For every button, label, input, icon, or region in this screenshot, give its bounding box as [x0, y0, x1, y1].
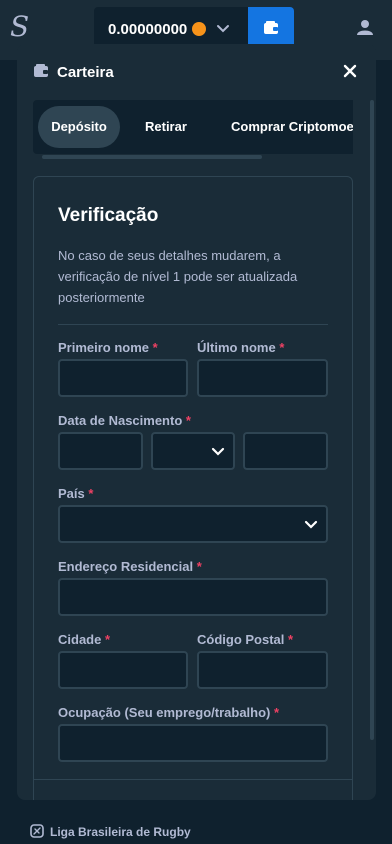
- wallet-icon: [34, 64, 48, 77]
- occupation-label: Ocupação (Seu emprego/trabalho) *: [58, 705, 280, 720]
- city-label: Cidade *: [58, 632, 111, 647]
- last-name-field[interactable]: [197, 359, 328, 397]
- close-icon[interactable]: [343, 64, 357, 78]
- verification-title: Verificação: [58, 205, 159, 226]
- balance-amount: 0.00000000: [108, 21, 188, 38]
- modal-header: Carteira: [17, 44, 376, 98]
- address-label: Endereço Residencial *: [58, 559, 202, 574]
- last-name-label: Último nome *: [197, 340, 285, 355]
- postal-code-field[interactable]: [197, 651, 328, 689]
- birth-year-input[interactable]: [245, 434, 326, 468]
- footer-brand-label: Liga Brasileira de Rugby: [50, 825, 191, 839]
- required-mark: *: [274, 705, 280, 720]
- required-mark: *: [288, 632, 294, 647]
- birth-day-input[interactable]: [60, 434, 141, 468]
- verification-card: Verificação No caso de seus detalhes mud…: [33, 176, 353, 800]
- tab-buy-crypto[interactable]: Comprar Criptomoedas: [231, 106, 353, 148]
- last-name-input[interactable]: [199, 361, 326, 395]
- verification-description: No caso de seus detalhes mudarem, a veri…: [58, 248, 298, 305]
- user-icon[interactable]: [357, 19, 373, 35]
- city-input[interactable]: [60, 653, 186, 687]
- chevron-down-icon: [217, 25, 229, 33]
- tab-deposit[interactable]: Depósito: [38, 106, 120, 148]
- occupation-field[interactable]: [58, 724, 328, 762]
- country-label: País *: [58, 486, 94, 501]
- modal-title: Carteira: [57, 64, 114, 81]
- required-mark: *: [196, 559, 202, 574]
- address-input[interactable]: [60, 580, 326, 614]
- occupation-input[interactable]: [60, 726, 326, 760]
- tab-withdraw[interactable]: Retirar: [145, 106, 187, 148]
- required-mark: *: [88, 486, 94, 501]
- bitcoin-icon: [192, 22, 206, 36]
- modal-scrollbar[interactable]: [370, 100, 374, 740]
- required-mark: *: [279, 340, 285, 355]
- birth-day-field[interactable]: [58, 432, 143, 470]
- divider: [58, 324, 328, 325]
- chevron-down-icon: [211, 447, 225, 456]
- country-select[interactable]: [58, 505, 328, 543]
- address-field[interactable]: [58, 578, 328, 616]
- first-name-input[interactable]: [60, 361, 186, 395]
- wallet-tabs: Depósito Retirar Comprar Criptomoedas: [33, 100, 353, 154]
- chevron-down-icon: [304, 520, 318, 529]
- postal-code-input[interactable]: [199, 653, 326, 687]
- required-mark: *: [152, 340, 158, 355]
- required-mark: *: [185, 413, 191, 428]
- birth-month-select[interactable]: [151, 432, 235, 470]
- city-field[interactable]: [58, 651, 188, 689]
- stake-logo-icon[interactable]: S: [10, 12, 32, 42]
- wallet-modal: Carteira Depósito Retirar Comprar Cripto…: [17, 44, 376, 800]
- postal-code-label: Código Postal *: [197, 632, 294, 647]
- first-name-label: Primeiro nome *: [58, 340, 158, 355]
- rugby-league-icon: [30, 824, 44, 838]
- birth-year-field[interactable]: [243, 432, 328, 470]
- tabs-scrollbar[interactable]: [42, 155, 262, 159]
- divider: [34, 779, 352, 780]
- required-mark: *: [104, 632, 111, 647]
- birth-date-label: Data de Nascimento *: [58, 413, 191, 428]
- wallet-icon: [264, 21, 278, 34]
- first-name-field[interactable]: [58, 359, 188, 397]
